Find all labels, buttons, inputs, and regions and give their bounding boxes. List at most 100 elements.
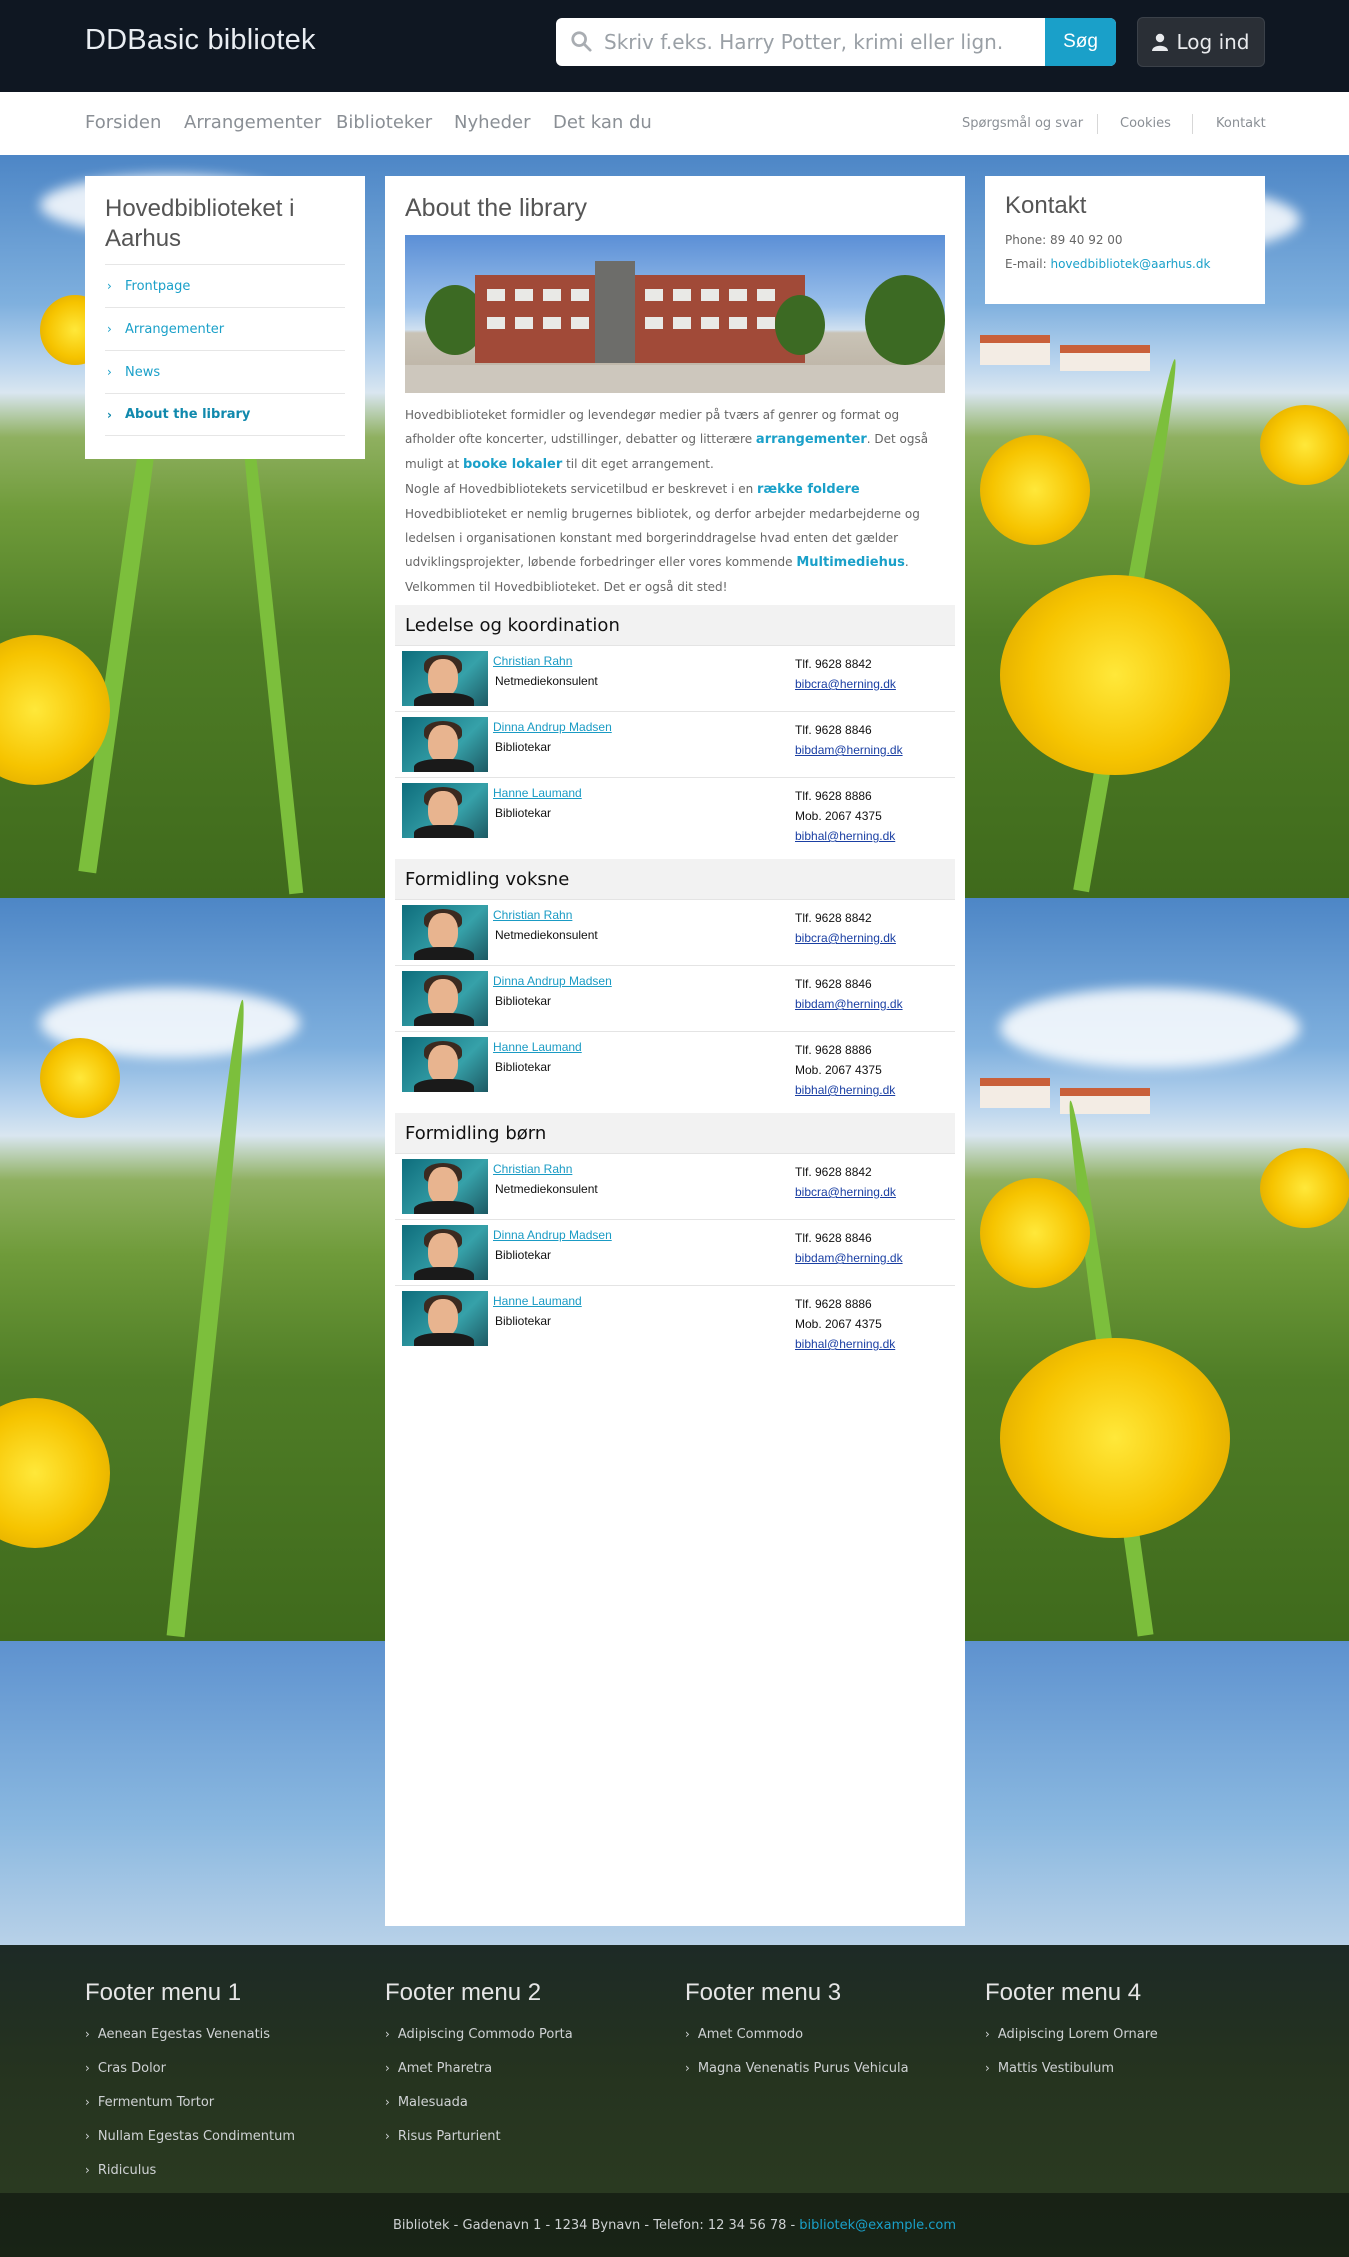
link-booke-lokaler[interactable]: booke lokaler — [463, 457, 562, 472]
staff-phone: Tlf. 9628 8886 — [795, 1297, 872, 1311]
staff-email-link[interactable]: bibdam@herning.dk — [795, 1248, 903, 1268]
footer-menu-item-label: Adipiscing Lorem Ornare — [997, 2026, 1158, 2042]
sidebar-item-news[interactable]: › News — [105, 350, 345, 393]
staff-name-link[interactable]: Dinna Andrup Madsen — [493, 720, 612, 734]
section-heading: Formidling voksne — [395, 859, 955, 899]
footer: Footer menu 1 › Aenean Egestas Venenatis › C… — [0, 1945, 1349, 2257]
nav-item-kontakt[interactable]: Kontakt — [1216, 116, 1266, 131]
footer-menu-title: Footer menu 2 — [385, 1979, 542, 2006]
footer-menu-2: Footer menu 2 › Adipiscing Commodo Porta › A… — [385, 1979, 665, 2153]
staff-photo — [402, 651, 488, 706]
footer-menu-item[interactable]: › Aenean Egestas Venenatis — [85, 2017, 365, 2051]
staff-contact: Tlf. 9628 8886 Mob. 2067 4375 bibhal@herni… — [795, 1040, 895, 1100]
staff-email-link[interactable]: bibhal@herning.dk — [795, 826, 895, 846]
user-icon — [1152, 33, 1169, 51]
staff-name-link[interactable]: Christian Rahn — [493, 908, 572, 922]
contact-email-link[interactable]: hovedbibliotek@aarhus.dk — [1050, 257, 1210, 271]
footer-menu-item-label: Nullam Egestas Condimentum — [97, 2128, 296, 2144]
staff-name-link[interactable]: Hanne Laumand — [493, 1040, 582, 1054]
staff-email-link[interactable]: bibcra@herning.dk — [795, 1182, 896, 1202]
login-button[interactable]: Log ind — [1137, 17, 1265, 67]
footer-menu-item[interactable]: › Cras Dolor — [85, 2051, 365, 2085]
footer-menu-item[interactable]: › Amet Commodo — [685, 2017, 965, 2051]
staff-row: Christian Rahn Netmediekonsulent Tlf. 9628… — [395, 899, 955, 965]
contact-email-row: E-mail: hovedbibliotek@aarhus.dk — [1005, 252, 1245, 276]
chevron-right-icon: › — [85, 2163, 90, 2177]
staff-email-link[interactable]: bibcra@herning.dk — [795, 928, 896, 948]
staff-row: Christian Rahn Netmediekonsulent Tlf. 9628… — [395, 645, 955, 711]
footer-menu-item[interactable]: › Fermentum Tortor — [85, 2085, 365, 2119]
footer-menu-item-label: Risus Parturient — [397, 2128, 501, 2144]
staff-row: Dinna Andrup Madsen Bibliotekar Tlf. 9628 … — [395, 711, 955, 777]
staff-email-link[interactable]: bibhal@herning.dk — [795, 1334, 895, 1354]
nav-item-nyheder[interactable]: Nyheder — [454, 112, 531, 133]
sidebar-item-about[interactable]: › About the library — [105, 393, 345, 436]
staff-section: Ledelse og koordination Christian Rahn Net… — [395, 605, 955, 853]
footer-menu-item[interactable]: › Adipiscing Lorem Ornare — [985, 2017, 1265, 2051]
chevron-right-icon: › — [985, 2027, 990, 2041]
footer-menu-item[interactable]: › Magna Venenatis Purus Vehicula — [685, 2051, 965, 2085]
footer-email-link[interactable]: bibliotek@example.com — [799, 2218, 956, 2233]
search-button[interactable]: Søg — [1045, 18, 1116, 66]
staff-photo — [402, 717, 488, 772]
footer-menu-item[interactable]: › Risus Parturient — [385, 2119, 665, 2153]
nav-item-faq[interactable]: Spørgsmål og svar — [962, 116, 1083, 131]
footer-menu-item-label: Amet Commodo — [697, 2026, 804, 2042]
staff-email-link[interactable]: bibdam@herning.dk — [795, 994, 903, 1014]
chevron-right-icon: › — [85, 2061, 90, 2075]
nav-item-cookies[interactable]: Cookies — [1120, 116, 1171, 131]
footer-menu-list: › Adipiscing Commodo Porta › Amet Pharetra ›… — [385, 2017, 665, 2153]
staff-row: Dinna Andrup Madsen Bibliotekar Tlf. 9628 … — [395, 1219, 955, 1285]
staff-name-link[interactable]: Hanne Laumand — [493, 1294, 582, 1308]
staff-name-link[interactable]: Christian Rahn — [493, 654, 572, 668]
footer-menu-item[interactable]: › Malesuada — [385, 2085, 665, 2119]
staff-name-link[interactable]: Christian Rahn — [493, 1162, 572, 1176]
footer-address: Bibliotek - Gadenavn 1 - 1234 Bynavn - T… — [392, 2217, 796, 2233]
staff-phone: Tlf. 9628 8846 — [795, 1231, 872, 1245]
link-multimediehus[interactable]: Multimediehus — [796, 555, 905, 570]
staff-photo — [402, 783, 488, 838]
staff-photo — [402, 905, 488, 960]
sidebar-item-frontpage[interactable]: › Frontpage — [105, 264, 345, 307]
nav-item-biblioteker[interactable]: Biblioteker — [336, 112, 432, 133]
staff-name-link[interactable]: Dinna Andrup Madsen — [493, 1228, 612, 1242]
sidebar-title: Hovedbiblioteket i Aarhus — [105, 195, 295, 252]
staff-name-link[interactable]: Hanne Laumand — [493, 786, 582, 800]
nav-item-arrangementer[interactable]: Arrangementer — [184, 112, 321, 133]
footer-menu-title: Footer menu 4 — [985, 1979, 1142, 2006]
footer-menu-item[interactable]: › Ridiculus — [85, 2153, 365, 2187]
footer-menu-item[interactable]: › Adipiscing Commodo Porta — [385, 2017, 665, 2051]
nav-item-forsiden[interactable]: Forsiden — [85, 112, 161, 133]
staff-mobile: Mob. 2067 4375 — [795, 1317, 882, 1331]
site-logo[interactable]: DDBasic bibliotek — [85, 24, 316, 57]
page-title: About the library — [405, 194, 588, 222]
link-raekke-foldere[interactable]: række foldere — [757, 482, 860, 497]
footer-menu-title: Footer menu 1 — [85, 1979, 242, 2006]
staff-role: Netmediekonsulent — [495, 1182, 598, 1196]
staff-contact: Tlf. 9628 8842 bibcra@herning.dk — [795, 1162, 896, 1202]
footer-menu-list: › Aenean Egestas Venenatis › Cras Dolor › Fer… — [85, 2017, 365, 2187]
footer-address-bar: Bibliotek - Gadenavn 1 - 1234 Bynavn - T… — [0, 2193, 1349, 2257]
nav-item-det-kan-du[interactable]: Det kan du — [553, 112, 652, 133]
staff-phone: Tlf. 9628 8846 — [795, 723, 872, 737]
staff-row: Dinna Andrup Madsen Bibliotekar Tlf. 9628 … — [395, 965, 955, 1031]
staff-email-link[interactable]: bibdam@herning.dk — [795, 740, 903, 760]
staff-photo — [402, 1159, 488, 1214]
staff-phone: Tlf. 9628 8886 — [795, 1043, 872, 1057]
contact-box: Kontakt Phone: 89 40 92 00 E-mail: hoved… — [985, 176, 1265, 304]
chevron-right-icon: › — [685, 2027, 690, 2041]
footer-menu-item[interactable]: › Nullam Egestas Condimentum — [85, 2119, 365, 2153]
link-arrangementer[interactable]: arrangementer — [756, 432, 867, 447]
staff-email-link[interactable]: bibhal@herning.dk — [795, 1080, 895, 1100]
sidebar-item-arrangementer[interactable]: › Arrangementer — [105, 307, 345, 350]
chevron-right-icon: › — [385, 2027, 390, 2041]
search-input[interactable] — [604, 18, 1004, 66]
staff-email-link[interactable]: bibcra@herning.dk — [795, 674, 896, 694]
staff-name-link[interactable]: Dinna Andrup Madsen — [493, 974, 612, 988]
staff-phone: Tlf. 9628 8842 — [795, 657, 872, 671]
chevron-right-icon: › — [385, 2061, 390, 2075]
footer-menu-item[interactable]: › Mattis Vestibulum — [985, 2051, 1265, 2085]
chevron-right-icon: › — [107, 407, 112, 422]
footer-menu-item[interactable]: › Amet Pharetra — [385, 2051, 665, 2085]
staff-sections: Ledelse og koordination Christian Rahn Net… — [395, 605, 955, 1361]
